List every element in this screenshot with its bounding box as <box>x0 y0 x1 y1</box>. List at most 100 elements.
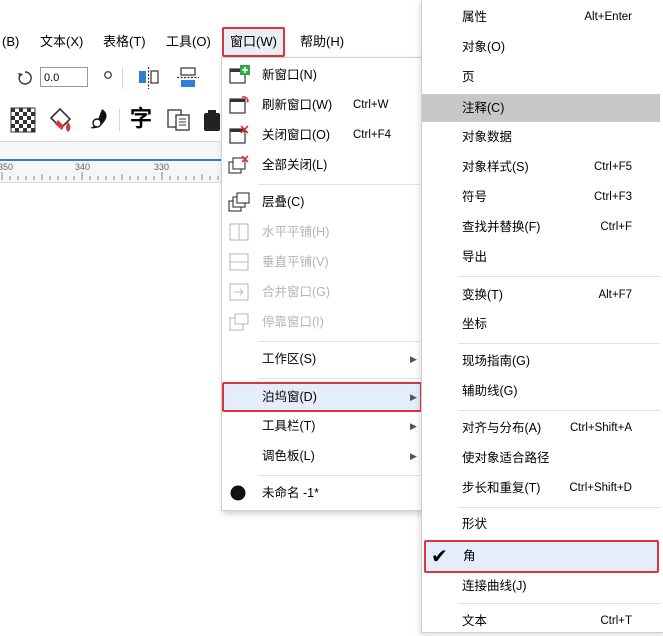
menu-item-merge-window: 合并窗口(G) <box>222 277 422 307</box>
active-document-bullet-icon <box>230 485 246 501</box>
menu-item-shortcut: Alt+Enter <box>584 11 632 23</box>
docker-item-export[interactable]: 导出 <box>422 242 662 272</box>
menu-separator <box>458 603 660 604</box>
menu-item-shortcut: Ctrl+F4 <box>353 129 392 141</box>
menu-item-document-untitled[interactable]: 未命名 -1* <box>222 478 422 508</box>
docker-item-fit-to-path[interactable]: 使对象适合路径 <box>422 443 662 473</box>
docker-item-transform[interactable]: 变换(T) Alt+F7 <box>422 280 662 310</box>
clipboard-icon[interactable] <box>202 108 222 132</box>
docker-item-find-replace[interactable]: 查找并替换(F) Ctrl+F <box>422 212 662 242</box>
menu-item-label: 变换(T) <box>462 288 503 302</box>
docker-item-coordinates[interactable]: 坐标 <box>422 309 662 339</box>
menu-item-label: 合并窗口(G) <box>262 285 331 299</box>
docker-item-shaping[interactable]: 形状 <box>422 509 662 539</box>
menu-separator <box>458 276 660 277</box>
checkmark-icon: ✔ <box>431 546 448 568</box>
merge-window-icon <box>229 283 249 301</box>
submenu-arrow-icon: ▶ <box>410 392 417 402</box>
menu-item-palettes[interactable]: 调色板(L) ▶ <box>222 441 422 471</box>
text-properties-icon[interactable] <box>166 107 192 133</box>
menu-item-shortcut: Ctrl+Shift+D <box>569 482 632 494</box>
menu-item-close-window[interactable]: 关闭窗口(O) Ctrl+F4 <box>222 120 422 150</box>
menu-item-label: 导出 <box>462 250 488 264</box>
dockers-menu: 属性 Alt+Enter 对象(O) 页 注释(C) 对象数据 对象样式(S) … <box>421 0 663 633</box>
window-menu: 新窗口(N) 刷新窗口(W) Ctrl+W 关闭窗口(O) Ctrl+F4 全部… <box>221 57 423 511</box>
degree-icon <box>104 71 112 79</box>
menu-item-tile-vertical: 垂直平铺(V) <box>222 247 422 277</box>
effects-toolbar: 字 <box>0 99 222 141</box>
toolbar-divider <box>122 67 123 89</box>
docker-item-live-guides[interactable]: 现场指南(G) <box>422 346 662 376</box>
docker-item-symbols[interactable]: 符号 Ctrl+F3 <box>422 182 662 212</box>
menu-item-label: 停靠窗口(I) <box>262 315 324 329</box>
interactive-fill-icon[interactable] <box>46 106 76 134</box>
docker-item-objects[interactable]: 对象(O) <box>422 32 662 62</box>
menu-arrange[interactable]: (B) <box>2 27 19 57</box>
text-tool-icon[interactable]: 字 <box>130 105 152 133</box>
cascade-icon <box>228 192 250 212</box>
menu-item-shortcut: Ctrl+F5 <box>593 161 632 173</box>
menu-item-label: 刷新窗口(W) <box>262 98 333 112</box>
rotate-icon[interactable] <box>17 70 33 86</box>
menu-separator <box>258 184 420 185</box>
menu-item-label: 对齐与分布(A) <box>462 421 542 435</box>
menu-separator <box>458 507 660 508</box>
menu-item-label: 工作区(S) <box>262 352 317 366</box>
docker-item-object-data[interactable]: 对象数据 <box>422 122 662 152</box>
docker-item-corner[interactable]: ✔ 角 <box>424 540 659 573</box>
new-window-icon <box>229 65 250 84</box>
menu-item-label: 工具栏(T) <box>262 419 316 433</box>
rotation-angle-input[interactable]: 0.0 <box>40 67 88 87</box>
menu-item-label: 调色板(L) <box>262 449 315 463</box>
docker-item-pages[interactable]: 页 <box>422 62 662 92</box>
menu-item-toolbars[interactable]: 工具栏(T) ▶ <box>222 411 422 441</box>
menu-help[interactable]: 帮助(H) <box>300 27 344 57</box>
menu-separator <box>458 410 660 411</box>
menu-item-label: 页 <box>462 70 475 84</box>
menu-item-shortcut: Alt+F7 <box>598 289 632 301</box>
menu-item-label: 步长和重复(T) <box>462 481 541 495</box>
menu-item-label: 现场指南(G) <box>462 354 531 368</box>
refresh-window-icon <box>229 96 249 114</box>
dock-window-icon <box>229 313 249 331</box>
menu-item-label: 属性 <box>462 10 488 24</box>
smear-tool-icon[interactable] <box>84 106 112 134</box>
tile-horizontal-icon <box>229 223 249 241</box>
mirror-vertical-icon[interactable] <box>175 65 201 91</box>
docker-item-properties[interactable]: 属性 Alt+Enter <box>422 2 662 32</box>
menu-item-new-window[interactable]: 新窗口(N) <box>222 60 422 90</box>
menu-item-label: 符号 <box>462 190 488 204</box>
toolbar-divider <box>119 109 120 131</box>
menu-item-label: 垂直平铺(V) <box>262 255 329 269</box>
pattern-fill-icon[interactable] <box>10 107 36 133</box>
menu-separator <box>458 343 660 344</box>
menu-tools[interactable]: 工具(O) <box>166 27 211 57</box>
menu-table[interactable]: 表格(T) <box>103 27 146 57</box>
menu-item-dock-window: 停靠窗口(I) <box>222 307 422 337</box>
menu-item-close-all[interactable]: 全部关闭(L) <box>222 150 422 180</box>
menu-item-label: 查找并替换(F) <box>462 220 541 234</box>
docker-item-comments[interactable]: 注释(C) <box>422 94 660 122</box>
menu-item-dockers[interactable]: 泊坞窗(D) ▶ <box>222 382 422 412</box>
mirror-horizontal-icon[interactable] <box>136 65 162 91</box>
menu-item-label: 关闭窗口(O) <box>262 128 331 142</box>
menu-item-refresh-window[interactable]: 刷新窗口(W) Ctrl+W <box>222 90 422 120</box>
docker-item-guidelines[interactable]: 辅助线(G) <box>422 376 662 406</box>
docker-item-connector[interactable]: 连接曲线(J) <box>422 571 662 601</box>
property-toolbar <box>0 57 222 100</box>
menu-item-label: 对象数据 <box>462 130 513 144</box>
docker-item-step-repeat[interactable]: 步长和重复(T) Ctrl+Shift+D <box>422 473 662 503</box>
ruler-ticks <box>1 172 219 180</box>
submenu-arrow-icon: ▶ <box>410 354 417 364</box>
menu-item-cascade[interactable]: 层叠(C) <box>222 187 422 217</box>
menu-window[interactable]: 窗口(W) <box>222 27 285 57</box>
menu-item-label: 对象样式(S) <box>462 160 529 174</box>
menu-item-label: 形状 <box>462 517 488 531</box>
docker-item-align-distribute[interactable]: 对齐与分布(A) Ctrl+Shift+A <box>422 413 662 443</box>
menu-text[interactable]: 文本(X) <box>40 27 83 57</box>
close-all-icon <box>228 155 249 174</box>
docker-item-object-styles[interactable]: 对象样式(S) Ctrl+F5 <box>422 152 662 182</box>
menu-item-workspace[interactable]: 工作区(S) ▶ <box>222 344 422 374</box>
menu-item-tile-horizontal: 水平平铺(H) <box>222 217 422 247</box>
submenu-arrow-icon: ▶ <box>410 421 417 431</box>
